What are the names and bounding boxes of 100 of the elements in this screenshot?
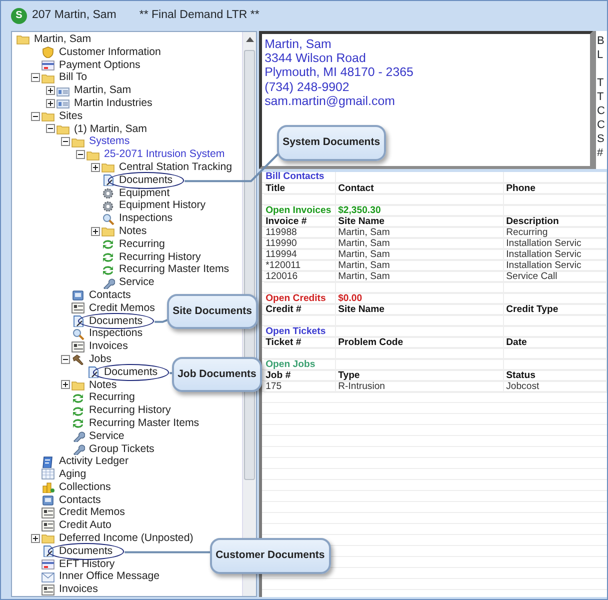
magnifier-icon xyxy=(101,212,115,225)
column-header: Title xyxy=(266,183,286,193)
folder-icon xyxy=(86,148,100,161)
tree-item[interactable]: Documents xyxy=(78,312,154,330)
table-cell: R-Intrusion xyxy=(338,381,386,391)
tree-item[interactable]: Service xyxy=(118,276,156,289)
expand-icon[interactable] xyxy=(61,380,70,390)
column-header: Credit Type xyxy=(506,304,558,314)
callout-label: Site Documents xyxy=(166,294,258,330)
side-panel-text: T xyxy=(597,76,605,90)
tree-item[interactable]: Payment Options xyxy=(58,58,142,72)
window-subtitle: ** Final Demand LTR ** xyxy=(139,8,260,24)
collapse-icon[interactable] xyxy=(46,124,55,134)
section-title: Open Invoices xyxy=(266,205,332,215)
tree-item[interactable]: Credit Memos xyxy=(58,506,126,520)
table-cell: 120016 xyxy=(266,271,298,281)
table-cell: Recurring xyxy=(506,227,548,237)
tree-item[interactable]: 25-2071 Intrusion System xyxy=(103,148,226,161)
tree-item[interactable]: Contacts xyxy=(88,288,132,302)
tree-item[interactable]: Martin, Sam xyxy=(33,33,92,46)
tree-item[interactable]: Inspections xyxy=(118,212,174,225)
memo-icon xyxy=(71,340,85,353)
tree-item[interactable]: Equipment History xyxy=(118,199,207,212)
folder-icon xyxy=(16,33,30,46)
address-line: sam.martin@gmail.com xyxy=(264,94,396,108)
hammer-icon xyxy=(71,353,85,366)
tree-item[interactable]: (1) Martin, Sam xyxy=(73,122,148,136)
table-icon xyxy=(41,468,55,480)
collapse-icon[interactable] xyxy=(31,73,40,82)
expand-icon[interactable] xyxy=(46,86,55,96)
column-header: Job # xyxy=(266,370,291,380)
tree-item[interactable]: Recurring Master Items xyxy=(88,416,200,430)
tree-item[interactable]: Sites xyxy=(58,110,84,123)
tree-item[interactable]: Central Station Tracking xyxy=(118,160,234,174)
section-title: Open Credits xyxy=(266,293,326,303)
expand-icon[interactable] xyxy=(91,162,100,172)
tree-item[interactable]: Recurring History xyxy=(88,404,172,417)
tree-item[interactable]: Recurring xyxy=(118,238,166,251)
tree-item[interactable]: Notes xyxy=(118,224,148,238)
collapse-icon[interactable] xyxy=(31,112,40,121)
column-header: Type xyxy=(338,370,360,380)
envelope-icon xyxy=(41,570,55,583)
section-title: $2,350.30 xyxy=(338,205,381,215)
tree-item[interactable]: Deferred Income (Unposted) xyxy=(58,532,194,545)
memo-icon xyxy=(41,520,55,532)
tree-item[interactable]: Service xyxy=(88,430,126,442)
tree-item[interactable]: Documents xyxy=(93,364,169,381)
expand-icon[interactable] xyxy=(31,534,40,543)
recurring-arrows-icon xyxy=(71,404,85,416)
callout-label: Customer Documents xyxy=(210,538,331,574)
tree-item[interactable]: Notes xyxy=(88,378,118,392)
gear-icon xyxy=(101,186,115,199)
table-cell: Jobcost xyxy=(506,381,540,391)
contacts-icon xyxy=(41,494,55,506)
tree-item[interactable]: Documents xyxy=(48,542,124,560)
tree-item[interactable]: Invoices xyxy=(88,340,129,353)
side-panel-text: C xyxy=(597,118,606,132)
tree-item[interactable]: Collections xyxy=(58,480,112,494)
leader-line xyxy=(154,318,169,323)
card-icon xyxy=(41,58,55,71)
tree-item[interactable]: Aging xyxy=(58,468,88,481)
expand-icon[interactable] xyxy=(91,226,100,236)
tree-item[interactable]: Activity Ledger xyxy=(58,455,130,468)
tree-item[interactable]: Bill To xyxy=(58,71,88,84)
tree-item[interactable]: Credit Auto xyxy=(58,519,112,532)
scroll-up-icon[interactable] xyxy=(246,36,254,42)
section-title: Bill Contacts xyxy=(266,172,324,182)
expand-icon[interactable] xyxy=(46,98,55,108)
collapse-icon[interactable] xyxy=(61,137,70,146)
tree-item[interactable]: EFT History xyxy=(58,558,116,570)
table-cell: Installation Servic xyxy=(506,238,582,248)
contact-card-icon xyxy=(56,97,70,110)
tree-item[interactable]: Systems xyxy=(88,135,131,148)
column-header: Phone xyxy=(506,183,536,193)
tree-item[interactable]: Martin, Sam xyxy=(73,84,132,97)
callout-label: Job Documents xyxy=(172,356,262,392)
collapse-icon[interactable] xyxy=(76,150,85,160)
tree-item[interactable]: Recurring xyxy=(88,391,136,404)
callout-label: System Documents xyxy=(276,124,386,161)
memo-icon xyxy=(41,506,55,519)
collapse-icon[interactable] xyxy=(61,354,70,364)
tree-item[interactable]: Recurring Master Items xyxy=(118,263,230,276)
table-cell: 119994 xyxy=(266,249,297,259)
tree-item[interactable]: Inspections xyxy=(88,327,144,340)
contacts-icon xyxy=(71,289,85,302)
tree-item[interactable]: Contacts xyxy=(58,494,102,506)
tree-item[interactable]: Inner Office Message xyxy=(58,570,160,584)
tree-item[interactable]: Documents xyxy=(108,172,184,189)
tree-item[interactable]: Recurring History xyxy=(118,250,202,264)
tree-item[interactable]: Jobs xyxy=(88,352,112,366)
tree-item[interactable]: Credit Memos xyxy=(88,302,156,315)
tree-item[interactable]: Customer Information xyxy=(58,46,162,59)
tree-item[interactable]: Invoices xyxy=(58,583,99,596)
table-cell: Martin, Sam xyxy=(338,260,390,270)
column-header: Date xyxy=(506,337,527,347)
table-cell: *120011 xyxy=(266,260,301,270)
tree-item[interactable]: Equipment xyxy=(118,186,171,200)
tree-item[interactable]: Group Tickets xyxy=(88,442,156,456)
tree-item[interactable]: Martin Industries xyxy=(73,96,154,110)
table-cell: Martin, Sam xyxy=(338,238,390,248)
